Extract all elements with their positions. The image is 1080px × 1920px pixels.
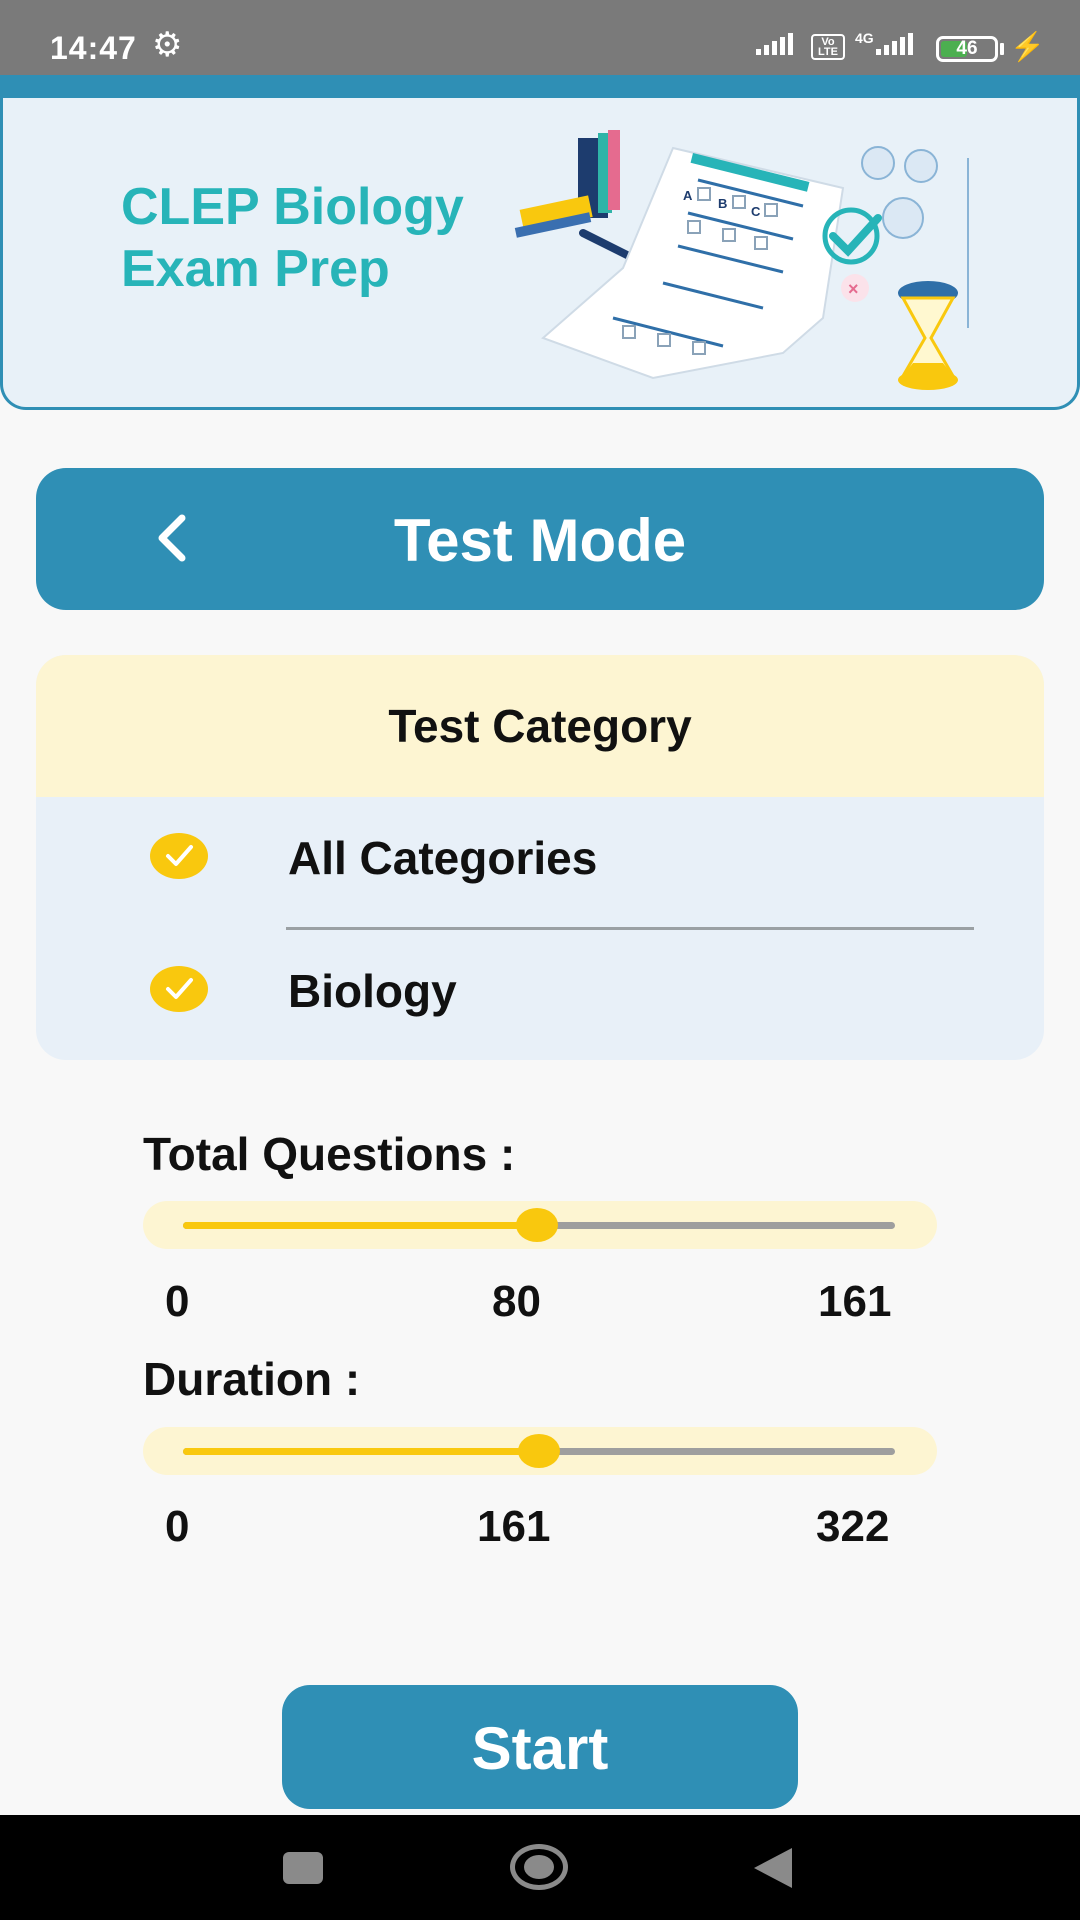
slider-track: [183, 1434, 895, 1468]
slider-thumb[interactable]: [515, 1208, 558, 1242]
duration-min: 0: [165, 1502, 190, 1551]
recent-apps-icon[interactable]: [283, 1852, 323, 1884]
category-item-all[interactable]: All Categories: [36, 805, 1044, 915]
slider-fill: [183, 1448, 539, 1455]
total-questions-current: 80: [492, 1277, 541, 1326]
app-banner: CLEP Biology Exam Prep A B C ×: [0, 98, 1080, 410]
total-questions-min: 0: [165, 1277, 190, 1326]
slider-thumb[interactable]: [518, 1434, 560, 1468]
volte-badge: Vo LTE: [811, 34, 845, 60]
category-label: Biology: [288, 965, 457, 1017]
battery-level: 46: [956, 38, 978, 59]
network-type: 4G: [855, 30, 874, 46]
checkmark-icon[interactable]: [150, 833, 208, 879]
total-questions-max: 161: [818, 1277, 892, 1326]
system-nav-bar: [0, 1815, 1080, 1920]
start-button-label: Start: [471, 1715, 609, 1782]
duration-current: 161: [477, 1502, 551, 1551]
total-questions-label: Total Questions :: [143, 1128, 516, 1180]
charging-icon: ⚡: [1010, 31, 1045, 62]
category-item-biology[interactable]: Biology: [36, 938, 1044, 1048]
total-questions-slider[interactable]: [143, 1201, 937, 1249]
status-time: 14:47: [50, 30, 137, 66]
signal-strength-icon-2: [876, 33, 916, 55]
exam-illustration-icon: A B C ×: [514, 130, 969, 390]
checkmark-icon[interactable]: [150, 966, 208, 1012]
settings-gear-icon: ⚙: [152, 26, 183, 64]
battery-icon: 46: [936, 36, 998, 62]
test-mode-header: Test Mode: [36, 468, 1044, 610]
signal-strength-icon: [756, 33, 796, 55]
test-category-title: Test Category: [388, 700, 692, 752]
home-icon[interactable]: [510, 1844, 568, 1890]
test-category-header: Test Category: [36, 655, 1044, 797]
svg-text:×: ×: [848, 279, 859, 299]
slider-track: [183, 1208, 895, 1242]
status-bar: 14:47 ⚙ Vo LTE 4G 46 ⚡: [0, 0, 1080, 75]
divider: [286, 927, 974, 930]
svg-text:B: B: [718, 196, 727, 211]
duration-slider[interactable]: [143, 1427, 937, 1475]
duration-label: Duration :: [143, 1353, 361, 1405]
app-title: CLEP Biology Exam Prep: [121, 178, 464, 298]
slider-fill: [183, 1222, 537, 1229]
back-triangle-icon[interactable]: [754, 1848, 792, 1888]
svg-text:C: C: [751, 204, 761, 219]
test-category-card: Test Category All Categories Biology: [36, 655, 1044, 1060]
category-label: All Categories: [288, 832, 598, 884]
page-title: Test Mode: [393, 507, 687, 574]
start-button[interactable]: Start: [282, 1685, 798, 1809]
svg-text:A: A: [683, 188, 693, 203]
duration-max: 322: [816, 1502, 890, 1551]
